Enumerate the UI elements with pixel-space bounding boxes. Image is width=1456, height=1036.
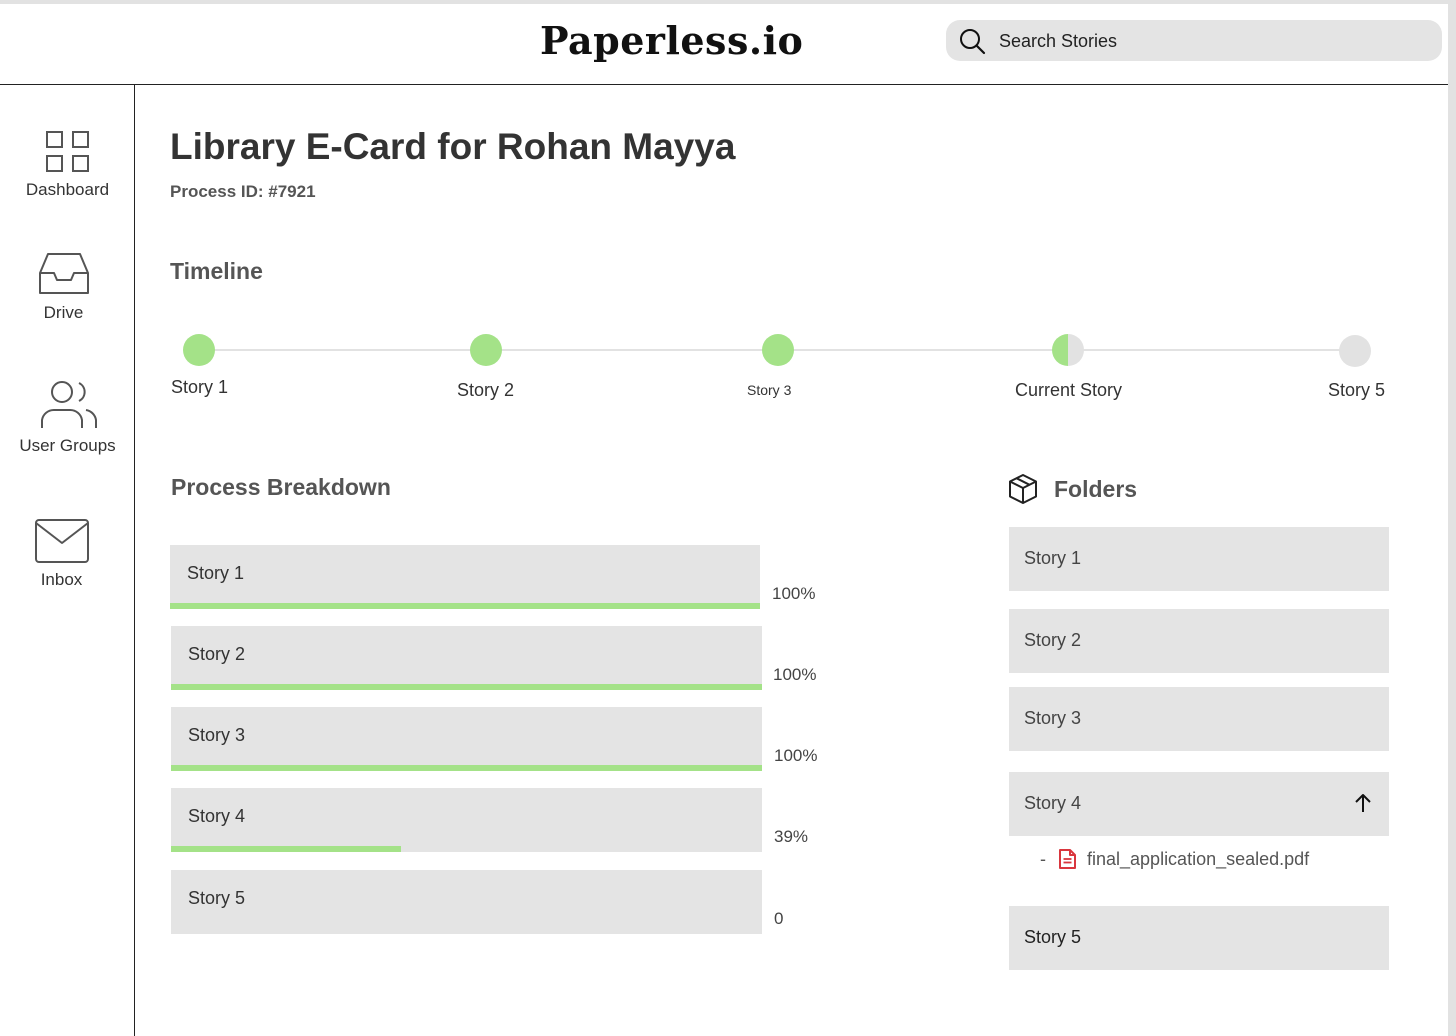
sidebar-item-user-groups[interactable]: User Groups [0, 380, 135, 456]
breakdown-percent: 100% [772, 584, 816, 603]
search-box[interactable]: Search Stories [946, 20, 1442, 61]
process-id: Process ID: #7921 [170, 182, 316, 201]
timeline-step-dot-current[interactable] [1052, 334, 1084, 366]
breakdown-percent: 0 [774, 909, 784, 928]
file-bullet: - [1040, 848, 1046, 869]
progress-fill [171, 765, 762, 771]
sidebar-item-drive[interactable]: Drive [0, 251, 131, 323]
folder-label: Story 1 [1024, 548, 1082, 568]
process-breakdown-heading: Process Breakdown [171, 474, 391, 500]
header: Paperless.io Search Stories [0, 4, 1448, 85]
sidebar-item-label: Dashboard [25, 180, 110, 199]
progress-fill [171, 684, 762, 690]
sidebar: Dashboard Drive User Groups Inbox [0, 85, 135, 1036]
breakdown-row-label: Story 1 [187, 563, 245, 583]
grid-icon [45, 131, 89, 172]
folders-heading: Folders [1054, 476, 1138, 502]
folder-label: Story 2 [1024, 630, 1082, 650]
folder-item[interactable]: Story 3 [1009, 687, 1389, 751]
folder-label: Story 3 [1024, 708, 1082, 728]
mail-icon [34, 519, 89, 563]
timeline-step-label: Current Story [1015, 380, 1123, 400]
breakdown-row[interactable]: Story 4 [171, 788, 762, 852]
timeline-step-dot[interactable] [183, 334, 215, 366]
folder-item[interactable]: Story 2 [1009, 609, 1389, 673]
inbox-tray-icon [38, 253, 89, 294]
breakdown-row[interactable]: Story 2 [171, 626, 762, 690]
box-icon [1009, 474, 1037, 504]
scrollbar[interactable] [1448, 0, 1456, 1036]
timeline-step-label: Story 3 [747, 382, 792, 398]
breakdown-percent: 100% [773, 665, 817, 684]
folder-item-expanded[interactable]: Story 4 [1009, 772, 1389, 836]
timeline-heading: Timeline [170, 258, 263, 284]
sidebar-item-label: Drive [43, 303, 84, 322]
arrow-up-icon[interactable] [1353, 792, 1373, 814]
sidebar-item-label: User Groups [19, 436, 116, 455]
breakdown-row-label: Story 4 [188, 806, 246, 826]
app-logo[interactable]: Paperless.io [540, 18, 803, 63]
search-icon [960, 29, 986, 55]
file-name[interactable]: final_application_sealed.pdf [1087, 849, 1309, 870]
folder-item[interactable]: Story 1 [1009, 527, 1389, 591]
breakdown-row-label: Story 3 [188, 725, 246, 745]
users-icon [40, 381, 97, 428]
breakdown-row-label: Story 5 [188, 888, 246, 908]
page-title: Library E-Card for Rohan Mayya [170, 126, 736, 167]
breakdown-row[interactable]: Story 3 [171, 707, 762, 771]
timeline-step-dot[interactable] [470, 334, 502, 366]
sidebar-item-inbox[interactable]: Inbox [0, 518, 129, 590]
search-input[interactable]: Search Stories [999, 31, 1117, 52]
breakdown-percent: 39% [774, 827, 809, 846]
progress-fill [170, 603, 760, 609]
breakdown-row[interactable]: Story 1 [170, 545, 760, 609]
file-item[interactable]: - final_application_sealed.pdf [1040, 848, 1309, 870]
pdf-file-icon [1059, 849, 1076, 869]
timeline-step-label: Story 2 [457, 380, 515, 400]
sidebar-item-dashboard[interactable]: Dashboard [0, 130, 135, 200]
sidebar-item-label: Inbox [40, 570, 83, 589]
timeline-step-label: Story 5 [1328, 380, 1386, 400]
folder-label: Story 4 [1024, 793, 1082, 813]
timeline-step-dot[interactable] [1339, 335, 1371, 367]
timeline-step-dot[interactable] [762, 334, 794, 366]
breakdown-row-label: Story 2 [188, 644, 246, 664]
folder-label: Story 5 [1024, 927, 1082, 947]
folder-item[interactable]: Story 5 [1009, 906, 1389, 970]
breakdown-percent: 100% [774, 746, 818, 765]
timeline-step-label: Story 1 [171, 377, 229, 397]
progress-fill [171, 846, 402, 852]
breakdown-row[interactable]: Story 5 [171, 870, 762, 934]
